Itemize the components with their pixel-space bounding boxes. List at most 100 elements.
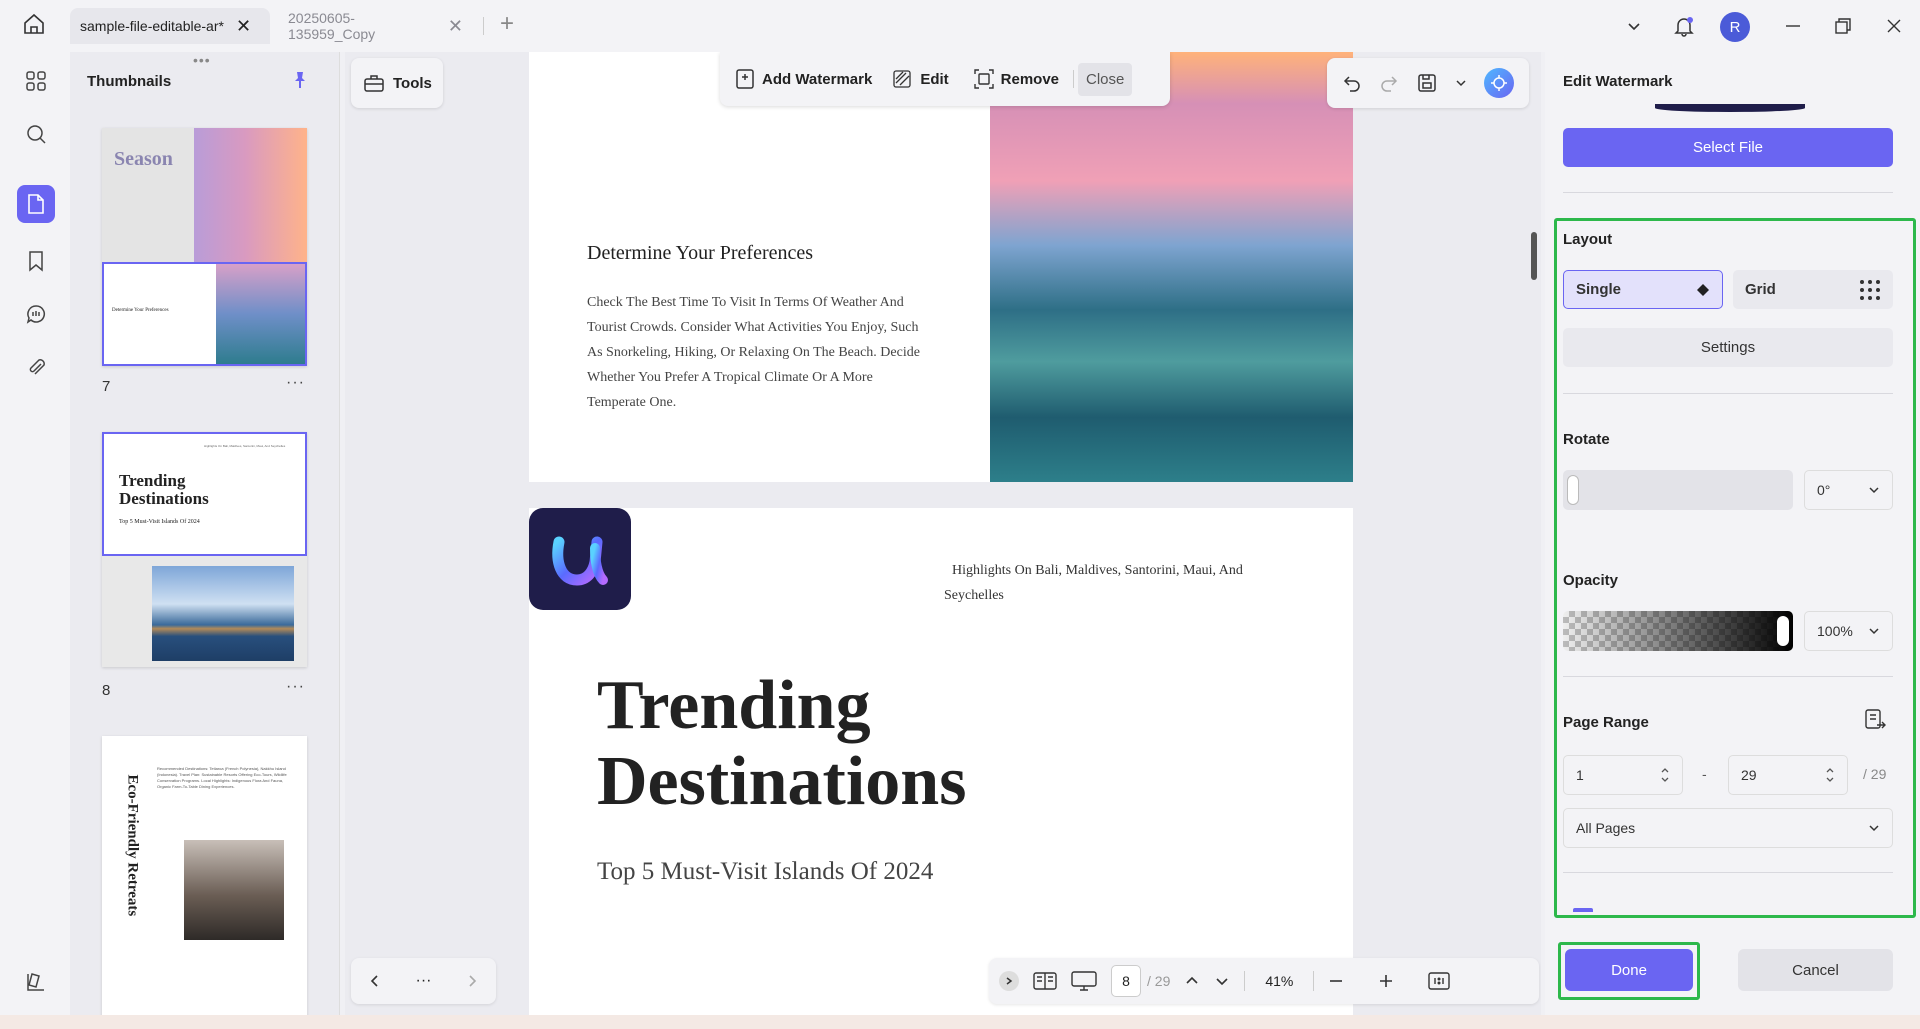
pages-icon[interactable] bbox=[17, 185, 55, 223]
notification-bell-icon[interactable] bbox=[1670, 12, 1698, 40]
thumbnail-rock-image bbox=[184, 840, 284, 940]
partial-checkbox[interactable] bbox=[1573, 908, 1593, 912]
home-icon[interactable] bbox=[22, 12, 46, 36]
more-options-icon[interactable]: ··· bbox=[286, 678, 305, 696]
thumbnail-page-7[interactable]: Season Determine Your Preferences bbox=[102, 128, 307, 366]
attachment-icon[interactable] bbox=[17, 348, 55, 386]
vertical-scrollbar[interactable] bbox=[1531, 232, 1537, 280]
thumbnails-title: Thumbnails bbox=[87, 73, 172, 90]
tab-sample-file[interactable]: sample-file-editable-ar* ✕ bbox=[70, 8, 270, 44]
ai-assistant-icon[interactable] bbox=[1484, 68, 1515, 98]
expand-icon[interactable] bbox=[999, 971, 1019, 991]
rotate-label: Rotate bbox=[1563, 431, 1610, 448]
drag-handle[interactable]: ••• bbox=[193, 52, 211, 68]
zoom-level[interactable]: 41% bbox=[1259, 973, 1299, 989]
single-label: Single bbox=[1576, 281, 1622, 298]
more-options-icon[interactable]: ··· bbox=[286, 374, 305, 392]
restore-icon[interactable] bbox=[1829, 12, 1857, 40]
add-watermark-label: Add Watermark bbox=[762, 70, 873, 88]
stepper-icon[interactable] bbox=[1825, 766, 1835, 784]
select-file-button[interactable]: Select File bbox=[1563, 128, 1893, 167]
actual-size-icon[interactable] bbox=[1428, 971, 1451, 991]
opacity-gradient bbox=[1563, 611, 1793, 651]
range-from-value: 1 bbox=[1576, 767, 1584, 783]
comment-icon[interactable] bbox=[17, 295, 55, 333]
watermark-toolbar: Add Watermark Edit Remove Close bbox=[720, 52, 1170, 106]
close-window-icon[interactable] bbox=[1880, 12, 1908, 40]
page-layout-icon[interactable] bbox=[1033, 971, 1057, 991]
grid-layout-option[interactable]: Grid bbox=[1733, 270, 1893, 309]
thumbnail-snippet: Determine Your Preferences bbox=[112, 308, 169, 313]
tools-button[interactable]: Tools bbox=[351, 58, 443, 108]
save-icon[interactable] bbox=[1417, 73, 1437, 93]
page-title-line2: Destinations bbox=[597, 743, 967, 820]
thumbnail-inner-page: Determine Your Preferences bbox=[102, 262, 307, 366]
page-range-icon[interactable] bbox=[1863, 708, 1887, 732]
bookmark-icon[interactable] bbox=[17, 242, 55, 280]
edit-toolbar bbox=[1327, 58, 1529, 108]
rotate-slider[interactable] bbox=[1563, 470, 1793, 510]
stepper-icon[interactable] bbox=[1660, 766, 1670, 784]
chevron-down-icon bbox=[1868, 625, 1880, 637]
rotate-slider-thumb[interactable] bbox=[1567, 475, 1579, 505]
close-watermark-button[interactable]: Close bbox=[1078, 62, 1133, 96]
minimize-icon[interactable] bbox=[1779, 12, 1807, 40]
document-page-8: Highlights On Bali, Maldives, Santorini,… bbox=[529, 508, 1353, 1015]
settings-button[interactable]: Settings bbox=[1563, 328, 1893, 367]
chevron-down-icon bbox=[1868, 484, 1880, 496]
pages-dropdown[interactable]: All Pages bbox=[1563, 808, 1893, 848]
remove-watermark-button[interactable]: Remove bbox=[963, 62, 1069, 96]
close-tab-icon[interactable]: ✕ bbox=[236, 17, 251, 35]
add-watermark-button[interactable]: Add Watermark bbox=[728, 62, 878, 96]
cancel-button[interactable]: Cancel bbox=[1738, 949, 1893, 991]
thumbnail-page-8[interactable]: Trending Destinations Top 5 Must-Visit I… bbox=[102, 432, 307, 667]
page-up-icon[interactable] bbox=[1184, 973, 1200, 989]
single-layout-option[interactable]: Single bbox=[1563, 270, 1723, 309]
highlights-note: Highlights On Bali, Maldives, Santorini,… bbox=[944, 563, 1243, 603]
rotate-value: 0° bbox=[1817, 482, 1831, 498]
zoom-out-icon[interactable] bbox=[1328, 973, 1344, 989]
tab-label: 20250605-135959_Copy bbox=[288, 10, 376, 42]
rotate-dropdown[interactable]: 0° bbox=[1804, 470, 1893, 510]
avatar[interactable]: R bbox=[1720, 12, 1750, 42]
pin-icon[interactable] bbox=[290, 70, 310, 90]
new-tab-icon[interactable]: + bbox=[500, 12, 514, 36]
presentation-icon[interactable] bbox=[1071, 970, 1097, 992]
thumbnail-title: Trending Destinations bbox=[119, 472, 209, 508]
remove-watermark-icon bbox=[973, 68, 995, 90]
chevron-down-icon[interactable] bbox=[1620, 12, 1648, 40]
thumbnail-ocean bbox=[216, 264, 305, 364]
divider bbox=[1563, 676, 1893, 677]
toolbox-icon bbox=[363, 72, 385, 94]
grid-apps-icon[interactable] bbox=[17, 62, 55, 100]
chevron-left-icon[interactable] bbox=[368, 974, 382, 988]
range-to-input[interactable]: 29 bbox=[1728, 755, 1848, 795]
grid-dots-icon bbox=[1859, 279, 1881, 301]
page-title-line1: Trending bbox=[597, 667, 871, 744]
document-canvas: Determine Your Preferences Check The Bes… bbox=[505, 52, 1541, 1015]
done-button[interactable]: Done bbox=[1565, 949, 1693, 991]
redo-icon[interactable] bbox=[1379, 73, 1399, 93]
total-pages-label: / 29 bbox=[1147, 973, 1171, 989]
thumbnail-page-9[interactable]: Eco-Friendly Retreats Recommended Destin… bbox=[102, 736, 307, 1026]
opacity-dropdown[interactable]: 100% bbox=[1804, 611, 1893, 651]
app-logo bbox=[529, 508, 631, 610]
current-page-input[interactable]: 8 bbox=[1111, 965, 1141, 997]
undo-icon[interactable] bbox=[1342, 73, 1362, 93]
opacity-slider[interactable] bbox=[1563, 611, 1793, 651]
more-icon[interactable]: ··· bbox=[416, 972, 432, 990]
page-title: Trending Destinations bbox=[597, 668, 966, 820]
page-down-icon[interactable] bbox=[1214, 973, 1230, 989]
close-tab-icon[interactable]: ✕ bbox=[448, 17, 463, 35]
sidebar-settings-icon[interactable] bbox=[17, 963, 55, 1001]
search-icon[interactable] bbox=[17, 115, 55, 153]
pages-option-value: All Pages bbox=[1576, 820, 1636, 836]
range-from-input[interactable]: 1 bbox=[1563, 755, 1683, 795]
zoom-in-icon[interactable] bbox=[1378, 973, 1394, 989]
edit-watermark-button[interactable]: Edit bbox=[882, 62, 958, 96]
thumbnail-title-line2: Destinations bbox=[119, 489, 209, 508]
tab-copy[interactable]: 20250605-135959_Copy ✕ bbox=[278, 8, 473, 44]
opacity-slider-thumb[interactable] bbox=[1777, 616, 1789, 646]
chevron-right-icon[interactable] bbox=[465, 974, 479, 988]
save-dropdown-icon[interactable] bbox=[1455, 77, 1467, 89]
